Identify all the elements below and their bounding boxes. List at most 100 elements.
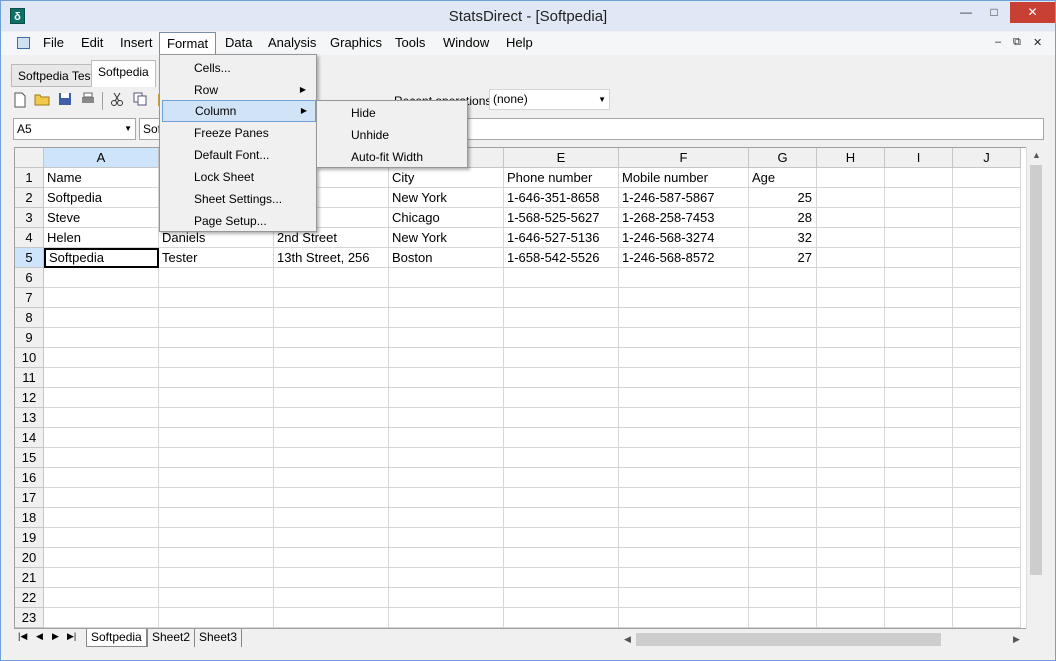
table-cell[interactable]: 1-268-258-7453 [619,208,749,228]
table-cell[interactable] [44,508,159,528]
chevron-down-icon[interactable]: ▼ [598,90,606,109]
table-cell[interactable] [504,588,619,608]
horizontal-scrollbar[interactable]: ◀ ▶ [621,632,1026,647]
table-cell[interactable] [274,368,389,388]
column-header-j[interactable]: J [953,148,1021,168]
column-submenu-hide[interactable]: Hide [319,102,465,124]
table-cell[interactable] [953,488,1021,508]
table-cell[interactable] [389,308,504,328]
table-cell[interactable] [817,208,885,228]
table-cell[interactable] [885,168,953,188]
row-header[interactable]: 4 [15,228,44,248]
table-cell[interactable] [885,388,953,408]
table-cell[interactable] [44,308,159,328]
corner-select-all[interactable] [15,148,44,168]
doc-tab-softpedia[interactable]: Softpedia [91,60,156,87]
table-cell[interactable] [953,208,1021,228]
table-cell[interactable] [274,268,389,288]
table-cell[interactable]: 1-246-587-5867 [619,188,749,208]
table-cell[interactable] [619,428,749,448]
document-icon[interactable] [17,37,30,49]
table-cell[interactable] [274,588,389,608]
table-cell[interactable] [44,548,159,568]
table-cell[interactable]: 25 [749,188,817,208]
table-cell[interactable] [274,448,389,468]
table-cell[interactable] [619,488,749,508]
maximize-button[interactable]: □ [981,2,1007,23]
table-cell[interactable] [749,428,817,448]
table-cell[interactable] [619,528,749,548]
format-menu-row[interactable]: Row ▶ [162,79,314,101]
table-cell[interactable] [44,568,159,588]
row-header[interactable]: 6 [15,268,44,288]
table-cell[interactable] [817,268,885,288]
table-cell[interactable]: Softpedia [44,248,159,268]
table-cell[interactable] [44,608,159,628]
table-cell[interactable] [817,448,885,468]
column-header-i[interactable]: I [885,148,953,168]
table-cell[interactable] [619,368,749,388]
table-cell[interactable] [504,608,619,628]
table-cell[interactable]: 1-246-568-3274 [619,228,749,248]
table-cell[interactable] [389,288,504,308]
format-menu-column[interactable]: Column ▶ [162,100,316,122]
table-cell[interactable] [159,408,274,428]
menu-analysis[interactable]: Analysis [261,32,323,54]
table-cell[interactable] [619,308,749,328]
table-cell[interactable] [817,528,885,548]
table-cell[interactable]: 1-568-525-5627 [504,208,619,228]
table-cell[interactable] [504,488,619,508]
menu-file[interactable]: File [36,32,71,54]
table-cell[interactable] [817,608,885,628]
table-cell[interactable] [619,328,749,348]
table-cell[interactable] [274,528,389,548]
table-cell[interactable] [885,468,953,488]
table-cell[interactable] [44,588,159,608]
table-cell[interactable] [885,368,953,388]
table-cell[interactable]: 1-246-568-8572 [619,248,749,268]
table-cell[interactable] [159,568,274,588]
new-file-icon[interactable] [12,92,28,108]
sheet-tab-sheet2[interactable]: Sheet2 [147,629,196,647]
table-cell[interactable] [504,268,619,288]
table-cell[interactable] [159,328,274,348]
table-cell[interactable]: Steve [44,208,159,228]
table-cell[interactable] [749,568,817,588]
table-cell[interactable] [504,528,619,548]
table-cell[interactable]: 1-646-527-5136 [504,228,619,248]
table-cell[interactable] [504,468,619,488]
table-cell[interactable] [749,388,817,408]
menu-window[interactable]: Window [436,32,496,54]
table-cell[interactable] [389,388,504,408]
table-cell[interactable] [159,368,274,388]
print-icon[interactable] [80,92,96,108]
column-header-a[interactable]: A [44,148,159,168]
table-cell[interactable]: City [389,168,504,188]
row-header[interactable]: 8 [15,308,44,328]
table-cell[interactable] [749,528,817,548]
row-header[interactable]: 17 [15,488,44,508]
table-cell[interactable]: Name [44,168,159,188]
table-cell[interactable] [389,348,504,368]
row-header[interactable]: 23 [15,608,44,628]
table-cell[interactable] [953,388,1021,408]
table-cell[interactable] [953,328,1021,348]
table-cell[interactable] [749,328,817,348]
table-cell[interactable] [885,548,953,568]
table-cell[interactable]: Helen [44,228,159,248]
table-cell[interactable] [885,528,953,548]
table-cell[interactable] [619,388,749,408]
table-cell[interactable]: Softpedia [44,188,159,208]
table-cell[interactable] [274,348,389,368]
table-cell[interactable] [817,408,885,428]
table-cell[interactable] [504,428,619,448]
table-cell[interactable] [619,588,749,608]
table-cell[interactable] [817,588,885,608]
table-cell[interactable] [44,288,159,308]
menu-tools[interactable]: Tools [388,32,432,54]
table-cell[interactable] [159,428,274,448]
horizontal-scroll-thumb[interactable] [636,633,941,646]
table-cell[interactable] [274,428,389,448]
table-cell[interactable] [159,528,274,548]
menu-help[interactable]: Help [499,32,540,54]
